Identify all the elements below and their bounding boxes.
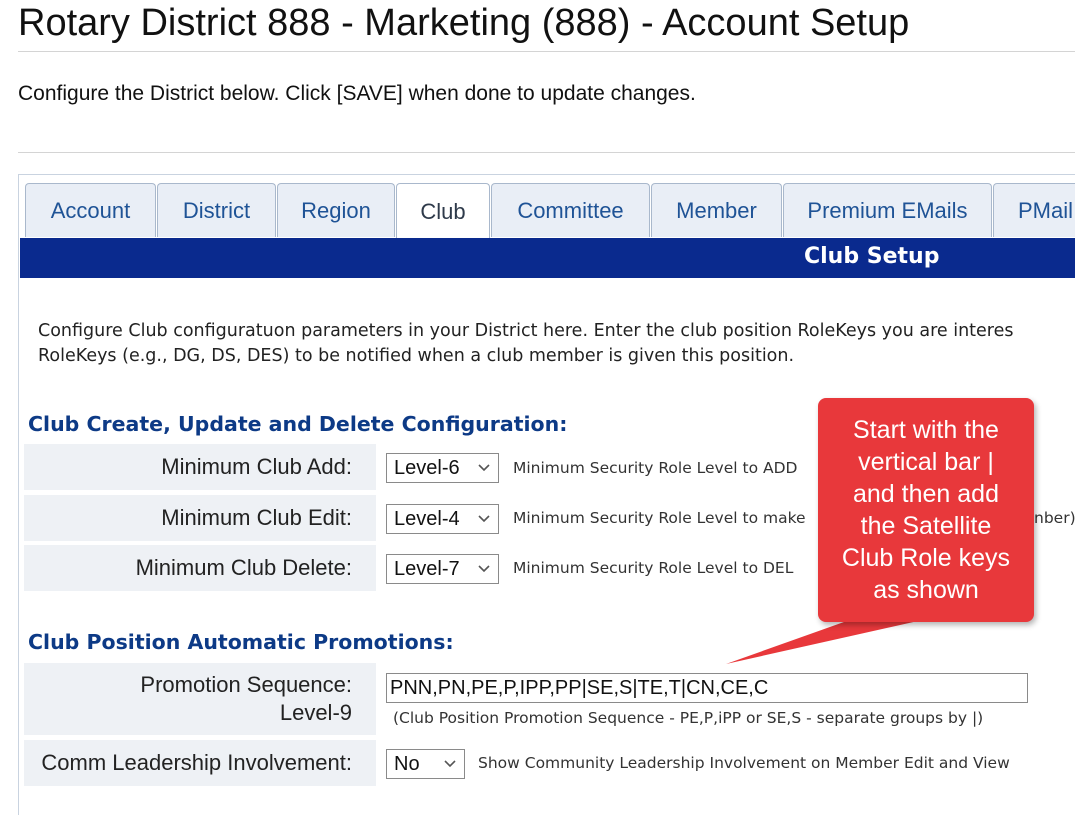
tab-account[interactable]: Account [25,183,156,237]
tab-club[interactable]: Club [396,183,490,239]
comm-leadership-hint: Show Community Leadership Involvement on… [478,754,1010,772]
chevron-down-icon [478,459,490,481]
callout-line-5: Club Role keys [841,544,1011,572]
label-text: Minimum Club Delete: [135,555,352,580]
tab-pmail[interactable]: PMail [993,183,1075,237]
label-comm-leadership: Comm Leadership Involvement: [24,740,376,786]
comm-leadership-select[interactable]: No [386,749,465,779]
tab-member[interactable]: Member [651,183,782,237]
section-title-crud: Club Create, Update and Delete Configura… [28,412,568,436]
title-divider [18,51,1075,52]
callout-line-6: as shown [873,576,979,604]
label-text: Minimum Club Add: [161,454,352,479]
label-text: Minimum Club Edit: [161,505,352,530]
min-club-add-select[interactable]: Level-6 [386,453,499,483]
min-club-edit-hint: Minimum Security Role Level to make [513,509,806,527]
chevron-down-icon [478,560,490,582]
callout-line-1: Start with the [853,416,999,444]
select-value: No [394,752,420,775]
tab-premium-emails[interactable]: Premium EMails [783,183,992,237]
min-club-add-hint: Minimum Security Role Level to ADD [513,459,798,477]
callout-line-3: and then add [853,480,999,508]
label-min-club-delete: Minimum Club Delete: [24,545,376,591]
min-club-edit-hint-tail: nber) [1034,509,1075,527]
chevron-down-icon [444,755,456,777]
tab-region[interactable]: Region [277,183,395,237]
select-value: Level-6 [394,456,460,479]
intro-divider [18,152,1075,153]
club-setup-title: Club Setup [804,244,940,269]
min-club-edit-select[interactable]: Level-4 [386,504,499,534]
min-club-delete-hint: Minimum Security Role Level to DEL [513,559,794,577]
label-min-club-add: Minimum Club Add: [24,444,376,490]
chevron-down-icon [478,510,490,532]
callout-line-2: vertical bar | [858,448,994,476]
label-promotion-sequence: Promotion Sequence: Level-9 [24,663,376,735]
description-line-2: RoleKeys (e.g., DG, DS, DES) to be notif… [38,346,795,366]
tab-committee[interactable]: Committee [491,183,650,237]
promotion-sequence-hint: (Club Position Promotion Sequence - PE,P… [393,709,984,727]
club-setup-header: Club Setup [20,238,1075,278]
label-text: Comm Leadership Involvement: [41,750,352,775]
promotion-sequence-input[interactable] [386,673,1028,703]
label-level: Level-9 [279,700,352,725]
description-line-1: Configure Club configuratuon parameters … [38,321,1014,341]
page-title: Rotary District 888 - Marketing (888) - … [18,2,910,44]
label-min-club-edit: Minimum Club Edit: [24,495,376,541]
min-club-delete-select[interactable]: Level-7 [386,554,499,584]
annotation-callout: Start with the vertical bar | and then a… [818,398,1034,622]
select-value: Level-4 [394,507,460,530]
tab-district[interactable]: District [157,183,276,237]
setup-description: Configure Club configuratuon parameters … [38,319,1075,369]
intro-text: Configure the District below. Click [SAV… [18,82,696,105]
label-text: Promotion Sequence: [140,672,352,697]
section-title-promotions: Club Position Automatic Promotions: [28,630,454,654]
callout-line-4: the Satellite [860,512,992,540]
select-value: Level-7 [394,557,460,580]
